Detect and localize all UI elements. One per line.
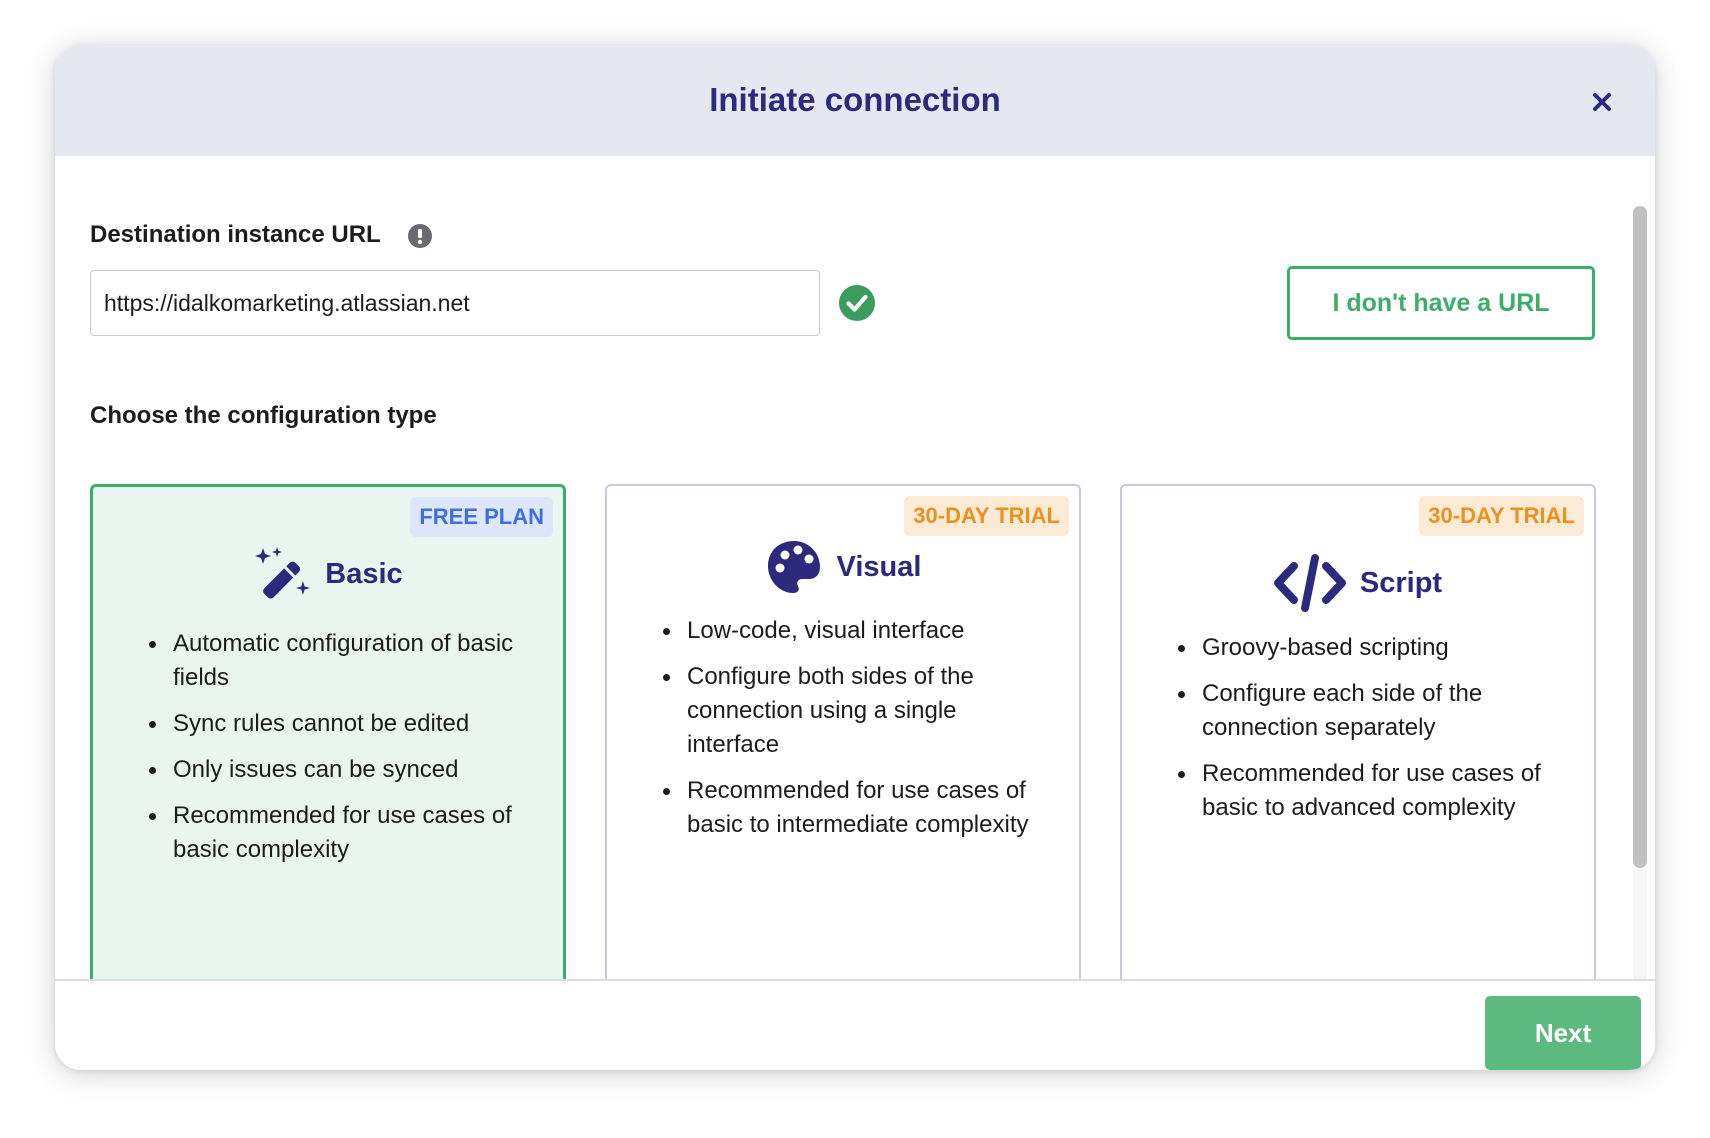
trial-badge: 30-DAY TRIAL (904, 496, 1069, 536)
config-card-basic[interactable]: FREE PLAN Basic Automatic configuration … (90, 484, 566, 1004)
scrollbar[interactable] (1633, 206, 1647, 982)
configuration-type-label: Choose the configuration type (90, 402, 437, 429)
card-header: Script (1122, 554, 1594, 612)
destination-url-label: Destination instance URL (90, 221, 381, 248)
card-title-script: Script (1359, 566, 1443, 599)
list-item: Configure each side of the connection se… (1177, 677, 1564, 745)
modal-header: Initiate connection (55, 45, 1655, 156)
card-feature-list: Low-code, visual interface Configure bot… (662, 614, 1049, 854)
list-item: Only issues can be synced (148, 753, 533, 787)
configuration-cards: FREE PLAN Basic Automatic configuration … (90, 484, 1600, 1004)
list-item: Recommended for use cases of basic to in… (662, 774, 1049, 842)
free-plan-badge: FREE PLAN (410, 497, 553, 537)
no-url-button[interactable]: I don't have a URL (1287, 266, 1595, 340)
next-button[interactable]: Next (1485, 996, 1641, 1070)
list-item: Recommended for use cases of basic compl… (148, 799, 533, 867)
list-item: Low-code, visual interface (662, 614, 1049, 648)
check-circle-icon (839, 285, 875, 321)
modal-title: Initiate connection (709, 81, 1001, 118)
card-title-basic: Basic (325, 557, 403, 590)
card-feature-list: Automatic configuration of basic fields … (148, 627, 533, 879)
card-header: Basic (93, 545, 563, 603)
code-icon (1273, 554, 1346, 612)
config-card-visual[interactable]: 30-DAY TRIAL Visual Low-code, visual int… (605, 484, 1081, 1004)
info-icon[interactable] (407, 223, 433, 249)
card-header: Visual (607, 538, 1079, 596)
config-card-script[interactable]: 30-DAY TRIAL Script Groovy-based scripti… (1120, 484, 1596, 1004)
close-icon (1593, 93, 1611, 111)
magic-wand-icon (255, 547, 311, 599)
list-item: Sync rules cannot be edited (148, 707, 533, 741)
modal-body: Destination instance URL I don't have a … (55, 156, 1655, 1004)
modal-footer: Next (55, 979, 1655, 1070)
card-title-visual: Visual (836, 550, 922, 583)
list-item: Recommended for use cases of basic to ad… (1177, 757, 1564, 825)
card-feature-list: Groovy-based scripting Configure each si… (1177, 631, 1564, 837)
palette-icon (767, 541, 820, 593)
list-item: Configure both sides of the connection u… (662, 660, 1049, 762)
initiate-connection-dialog: Initiate connection Destination instance… (55, 45, 1655, 1070)
list-item: Automatic configuration of basic fields (148, 627, 533, 695)
destination-url-input[interactable] (90, 270, 820, 336)
close-button[interactable] (1587, 87, 1617, 117)
scrollbar-thumb[interactable] (1633, 206, 1647, 868)
list-item: Groovy-based scripting (1177, 631, 1564, 665)
trial-badge: 30-DAY TRIAL (1419, 496, 1584, 536)
